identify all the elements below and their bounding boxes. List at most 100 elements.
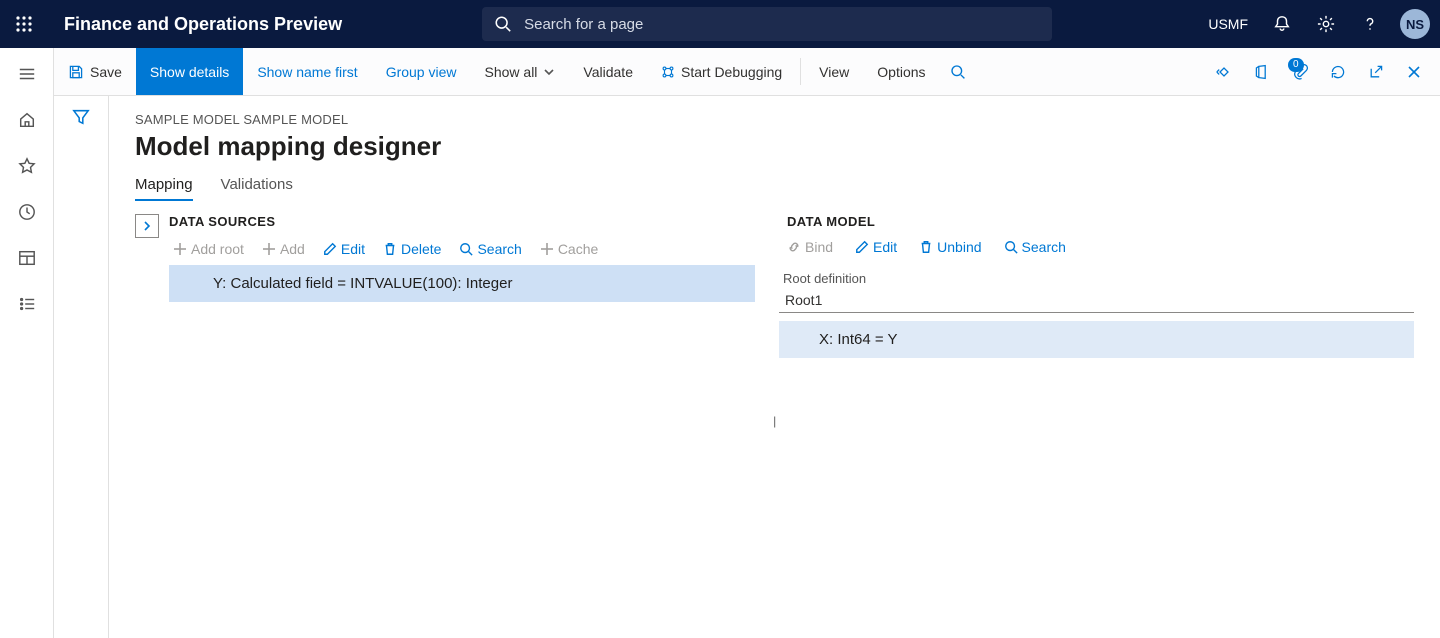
show-details-button[interactable]: Show details [136,48,243,95]
settings-button[interactable] [1306,0,1346,48]
close-icon [1407,65,1421,79]
question-icon [1361,15,1379,33]
close-button[interactable] [1396,48,1432,96]
validate-label: Validate [583,64,633,80]
validate-button[interactable]: Validate [569,48,647,95]
page: SAMPLE MODEL SAMPLE MODEL Model mapping … [109,96,1440,638]
attachments-button[interactable]: 0 [1282,48,1318,96]
avatar[interactable]: NS [1400,9,1430,39]
trash-icon [383,242,397,256]
breadcrumb: SAMPLE MODEL SAMPLE MODEL [135,112,1414,127]
nav-rail [0,48,54,638]
save-button[interactable]: Save [54,48,136,95]
list-icon [18,295,36,313]
debug-icon [661,65,675,79]
plus-icon [173,242,187,256]
action-bar: Save Show details Show name first Group … [54,48,1440,96]
popout-icon [1368,64,1384,80]
search-icon [494,15,512,33]
data-model-panel: DATA MODEL Bind Edit [779,214,1414,638]
cache-button[interactable]: Cache [540,241,598,257]
page-title: Model mapping designer [135,131,1414,162]
grid-icon [18,249,36,267]
company-code[interactable]: USMF [1198,0,1258,48]
pencil-icon [855,240,869,254]
data-sources-toolbar: Add root Add Edit [169,235,755,265]
plus-icon [262,242,276,256]
delete-button[interactable]: Delete [383,241,441,257]
clock-icon [18,203,36,221]
nav-modules[interactable] [5,282,49,326]
start-debugging-label: Start Debugging [681,64,782,80]
view-menu[interactable]: View [805,48,863,95]
diamond-icon [1216,64,1232,80]
edit-button[interactable]: Edit [323,241,365,257]
data-model-toolbar: Bind Edit Unbind [779,235,1414,261]
plus-icon [540,242,554,256]
unbind-button[interactable]: Unbind [919,239,981,255]
show-name-first-label: Show name first [257,64,357,80]
collapse-data-source-types[interactable] [135,214,159,238]
search-icon [1004,240,1018,254]
view-label: View [819,64,849,80]
chevron-down-icon [543,66,555,78]
link-button[interactable] [1206,48,1242,96]
notifications-button[interactable] [1262,0,1302,48]
column-splitter[interactable]: || [773,418,779,436]
show-details-label: Show details [150,64,229,80]
root-definition-label: Root definition [783,271,1414,286]
data-source-row[interactable]: Y: Calculated field = INTVALUE(100): Int… [169,265,755,302]
bind-button[interactable]: Bind [787,239,833,255]
show-all-dropdown[interactable]: Show all [471,48,570,95]
office-icon [1254,64,1270,80]
popout-button[interactable] [1358,48,1394,96]
nav-hamburger[interactable] [5,52,49,96]
data-sources-panel: DATA SOURCES Add root Add [135,214,755,638]
refresh-icon [1330,64,1346,80]
tab-validations[interactable]: Validations [221,176,293,201]
data-sources-heading: DATA SOURCES [169,214,755,229]
office-button[interactable] [1244,48,1280,96]
start-debugging-button[interactable]: Start Debugging [647,48,796,95]
app-launcher-button[interactable] [0,0,48,48]
actionbar-search[interactable] [940,48,976,96]
show-name-first-button[interactable]: Show name first [243,48,371,95]
save-icon [68,64,84,80]
show-all-label: Show all [485,64,538,80]
root-definition-value[interactable]: Root1 [779,288,1414,313]
refresh-button[interactable] [1320,48,1356,96]
ds-search-button[interactable]: Search [459,241,521,257]
star-icon [18,157,36,175]
home-icon [18,111,36,129]
group-view-button[interactable]: Group view [372,48,471,95]
trash-icon [919,240,933,254]
tab-strip: Mapping Validations [135,176,1414,202]
help-button[interactable] [1350,0,1390,48]
search-icon [459,242,473,256]
tab-mapping[interactable]: Mapping [135,176,193,201]
nav-workspaces[interactable] [5,236,49,280]
filter-icon [72,108,90,126]
link-icon [787,240,801,254]
chevron-right-icon [142,221,152,231]
app-title: Finance and Operations Preview [48,14,342,35]
dm-edit-button[interactable]: Edit [855,239,897,255]
options-menu[interactable]: Options [863,48,939,95]
global-search-input[interactable] [522,15,1040,34]
pencil-icon [323,242,337,256]
dm-search-button[interactable]: Search [1004,239,1066,255]
group-view-label: Group view [386,64,457,80]
global-search[interactable] [482,7,1052,41]
nav-favorites[interactable] [5,144,49,188]
nav-recent[interactable] [5,190,49,234]
filter-rail [54,96,109,638]
filter-button[interactable] [72,108,90,638]
nav-home[interactable] [5,98,49,142]
add-button[interactable]: Add [262,241,305,257]
data-model-row[interactable]: X: Int64 = Y [779,321,1414,358]
save-label: Save [90,64,122,80]
add-root-button[interactable]: Add root [173,241,244,257]
hamburger-icon [18,65,36,83]
titlebar: Finance and Operations Preview USMF NS [0,0,1440,48]
bell-icon [1273,15,1291,33]
